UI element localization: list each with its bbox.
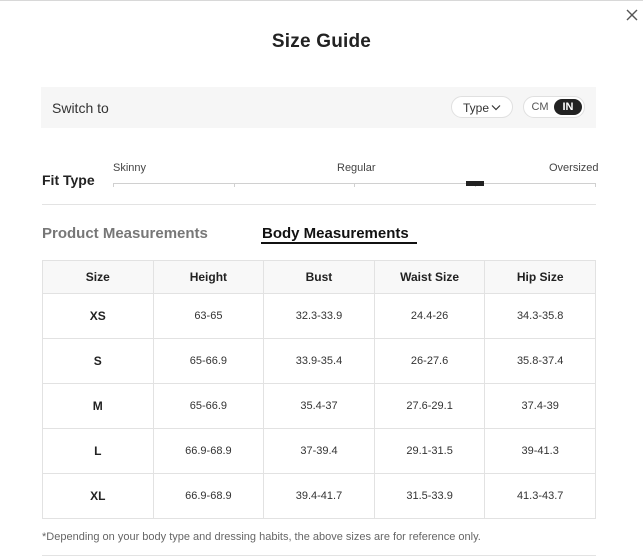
fit-scale-tick xyxy=(354,183,355,187)
table-row: S 65-66.9 33.9-35.4 26-27.6 35.8-37.4 xyxy=(42,338,596,384)
fit-indicator-marker xyxy=(466,181,485,186)
height-cell: 65-66.9 xyxy=(152,338,265,384)
hip-cell: 34.3-35.8 xyxy=(484,293,596,339)
table-row: M 65-66.9 35.4-37 27.6-29.1 37.4-39 xyxy=(42,383,596,429)
waist-cell: 27.6-29.1 xyxy=(373,383,486,429)
bust-cell: 37-39.4 xyxy=(263,428,375,474)
unit-cm-option[interactable]: CM xyxy=(528,99,552,115)
height-cell: 66.9-68.9 xyxy=(152,473,265,519)
header-hip-size: Hip Size xyxy=(484,260,596,294)
section-divider xyxy=(42,204,596,205)
unit-toggle: CM IN xyxy=(523,96,585,118)
bust-cell: 32.3-33.9 xyxy=(263,293,375,339)
bust-cell: 35.4-37 xyxy=(263,383,375,429)
header-bust: Bust xyxy=(263,260,375,294)
reference-footnote: *Depending on your body type and dressin… xyxy=(42,531,481,543)
tab-product-measurements[interactable]: Product Measurements xyxy=(42,225,208,242)
table-row: L 66.9-68.9 37-39.4 29.1-31.5 39-41.3 xyxy=(42,428,596,474)
waist-cell: 24.4-26 xyxy=(373,293,486,339)
bust-cell: 39.4-41.7 xyxy=(263,473,375,519)
size-cell: L xyxy=(42,428,154,474)
bust-cell: 33.9-35.4 xyxy=(263,338,375,384)
size-cell: S xyxy=(42,338,154,384)
height-cell: 63-65 xyxy=(152,293,265,339)
chevron-down-icon xyxy=(491,105,501,111)
bottom-divider xyxy=(42,555,596,556)
close-icon[interactable] xyxy=(623,6,641,24)
type-dropdown[interactable]: Type xyxy=(451,96,513,118)
waist-cell: 29.1-31.5 xyxy=(373,428,486,474)
fit-scale-tick xyxy=(595,183,596,187)
header-waist-size: Waist Size xyxy=(373,260,486,294)
size-cell: M xyxy=(42,383,154,429)
fit-option-regular: Regular xyxy=(337,162,376,174)
fit-option-skinny: Skinny xyxy=(113,162,147,174)
fit-option-oversized: Oversized xyxy=(549,162,599,174)
fit-scale-tick xyxy=(113,183,114,187)
unit-in-option[interactable]: IN xyxy=(554,99,582,115)
header-size: Size xyxy=(42,260,154,294)
waist-cell: 26-27.6 xyxy=(373,338,486,384)
type-dropdown-label: Type xyxy=(463,101,490,115)
header-height: Height xyxy=(152,260,265,294)
hip-cell: 39-41.3 xyxy=(484,428,596,474)
unit-switch-bar: Switch to Type CM IN xyxy=(41,87,596,128)
active-tab-underline xyxy=(261,242,417,244)
size-cell: XS xyxy=(42,293,154,339)
fit-scale-tick xyxy=(234,183,235,187)
height-cell: 66.9-68.9 xyxy=(152,428,265,474)
height-cell: 65-66.9 xyxy=(152,383,265,429)
hip-cell: 41.3-43.7 xyxy=(484,473,596,519)
dialog-title: Size Guide xyxy=(271,31,372,52)
table-row: XL 66.9-68.9 39.4-41.7 31.5-33.9 41.3-43… xyxy=(42,473,596,519)
hip-cell: 37.4-39 xyxy=(484,383,596,429)
table-header-row: Size Height Bust Waist Size Hip Size xyxy=(42,260,596,294)
size-cell: XL xyxy=(42,473,154,519)
table-row: XS 63-65 32.3-33.9 24.4-26 34.3-35.8 xyxy=(42,293,596,339)
fit-type-label: Fit Type xyxy=(42,172,95,188)
switch-to-label: Switch to xyxy=(52,100,109,116)
top-divider xyxy=(0,0,643,1)
tab-body-measurements[interactable]: Body Measurements xyxy=(262,225,409,242)
hip-cell: 35.8-37.4 xyxy=(484,338,596,384)
waist-cell: 31.5-33.9 xyxy=(373,473,486,519)
size-table: Size Height Bust Waist Size Hip Size XS … xyxy=(42,260,596,519)
